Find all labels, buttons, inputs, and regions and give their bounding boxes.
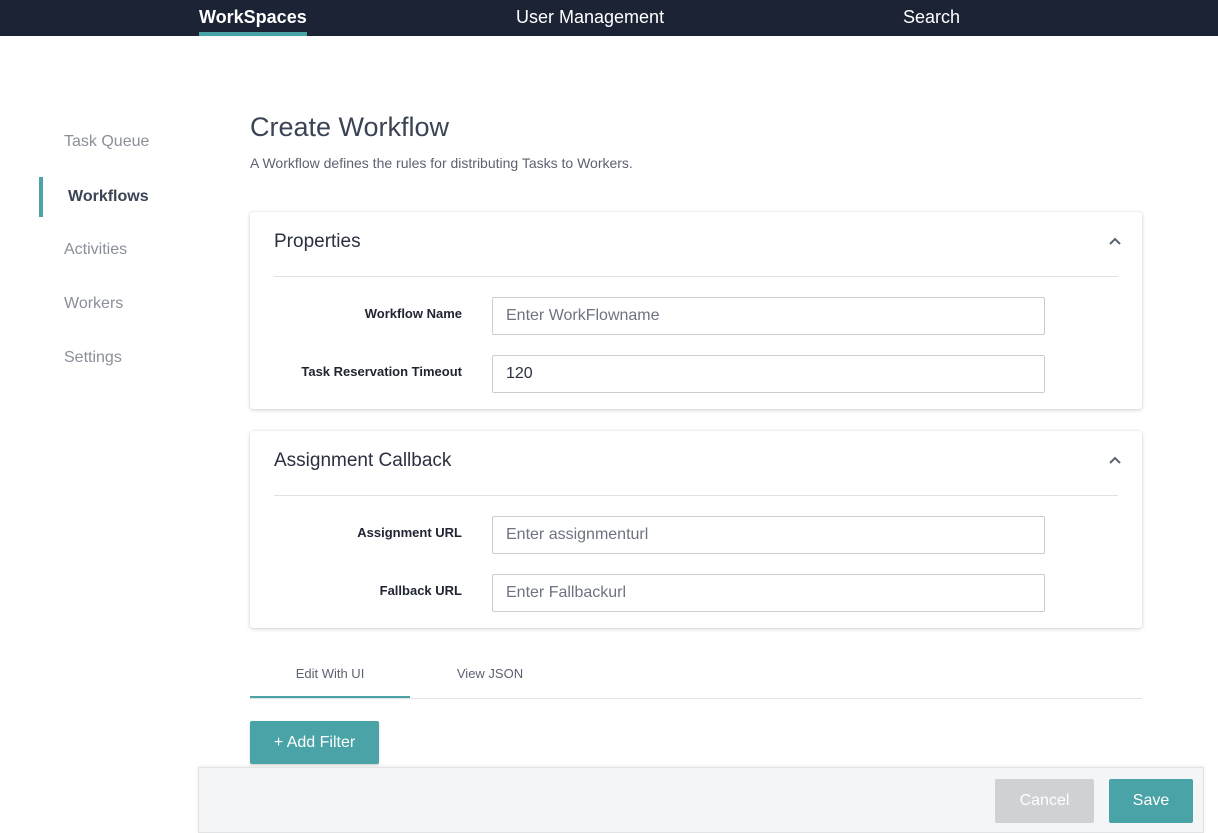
fallback-url-label: Fallback URL bbox=[379, 583, 462, 598]
chevron-up-icon[interactable] bbox=[1108, 236, 1122, 246]
properties-card: Properties Workflow Name Task Reservatio… bbox=[250, 212, 1142, 409]
assignment-url-label: Assignment URL bbox=[357, 525, 462, 540]
chevron-up-icon[interactable] bbox=[1108, 455, 1122, 465]
page-title: Create Workflow bbox=[250, 112, 450, 142]
save-button[interactable]: Save bbox=[1109, 779, 1193, 823]
editor-tabs: Edit With UI View JSON bbox=[250, 652, 1142, 699]
sidebar-item-workflows[interactable]: Workflows bbox=[39, 177, 203, 217]
fallback-url-input[interactable] bbox=[492, 574, 1045, 612]
sidebar-item-label: Task Queue bbox=[64, 133, 150, 150]
add-filter-button[interactable]: + Add Filter bbox=[250, 721, 379, 764]
tab-view-json[interactable]: View JSON bbox=[410, 652, 570, 696]
nav-tab-user-management[interactable]: User Management bbox=[516, 0, 664, 36]
task-reservation-timeout-label: Task Reservation Timeout bbox=[301, 364, 462, 379]
sidebar-item-activities[interactable]: Activities bbox=[39, 230, 199, 270]
sidebar-item-label: Settings bbox=[64, 349, 122, 366]
properties-title: Properties bbox=[274, 231, 361, 252]
sidebar-item-label: Workflows bbox=[68, 188, 149, 205]
sidebar-item-settings[interactable]: Settings bbox=[39, 338, 199, 378]
divider bbox=[274, 495, 1118, 496]
task-reservation-timeout-input[interactable] bbox=[492, 355, 1045, 393]
nav-tab-workspaces[interactable]: WorkSpaces bbox=[199, 0, 307, 36]
sidebar-item-label: Activities bbox=[64, 241, 128, 258]
assignment-callback-card: Assignment Callback Assignment URL Fallb… bbox=[250, 431, 1142, 628]
assignment-callback-title: Assignment Callback bbox=[274, 450, 452, 471]
divider bbox=[274, 276, 1118, 277]
page-description: A Workflow defines the rules for distrib… bbox=[250, 155, 633, 171]
workflow-name-input[interactable] bbox=[492, 297, 1045, 335]
nav-tab-search[interactable]: Search bbox=[903, 0, 960, 36]
assignment-url-input[interactable] bbox=[492, 516, 1045, 554]
sidebar-item-label: Workers bbox=[64, 295, 124, 312]
tab-edit-with-ui[interactable]: Edit With UI bbox=[250, 652, 410, 698]
sidebar-item-task-queue[interactable]: Task Queue bbox=[39, 122, 199, 162]
workflow-name-label: Workflow Name bbox=[364, 306, 462, 321]
sidebar-item-workers[interactable]: Workers bbox=[39, 284, 199, 324]
cancel-button[interactable]: Cancel bbox=[995, 779, 1094, 823]
top-navigation: WorkSpaces User Management Search bbox=[0, 0, 1218, 36]
footer-action-bar: Cancel Save bbox=[198, 767, 1204, 833]
